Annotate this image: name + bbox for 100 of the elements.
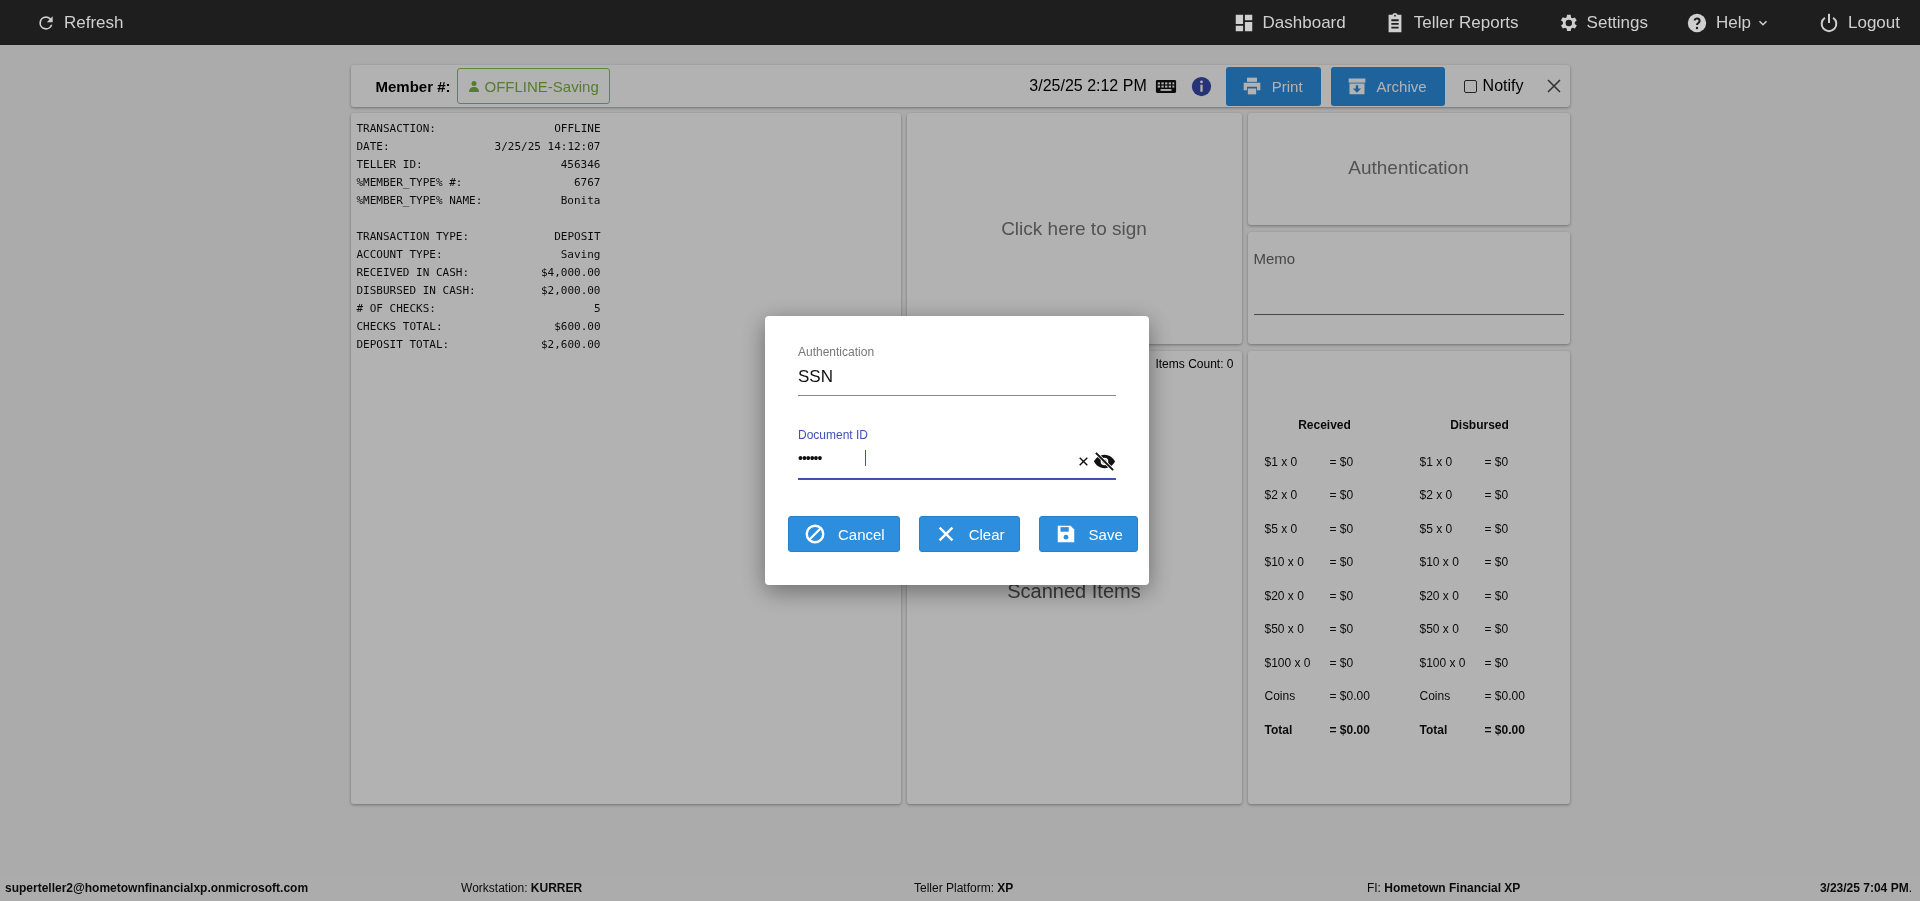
- status-item: Workstation: KURRER: [461, 881, 584, 895]
- receipt-label: DEPOSIT TOTAL:: [356, 337, 450, 353]
- notify-label: Notify: [1482, 77, 1524, 95]
- denomination: $2 x 0: [1419, 488, 1454, 503]
- receipt-value: $600.00: [554, 319, 601, 335]
- dialog-button[interactable]: Save: [1038, 516, 1138, 552]
- denomination: $1 x 0: [1264, 454, 1299, 469]
- column-heading: Received: [1297, 418, 1352, 434]
- receipt-value: $2,600.00: [540, 337, 601, 353]
- nav-link[interactable]: Help: [1684, 11, 1772, 34]
- denomination: $20 x 0: [1419, 588, 1460, 603]
- nav-link[interactable]: Teller Reports: [1381, 11, 1521, 34]
- denomination: $5 x 0: [1419, 521, 1454, 536]
- receipt-value: 6767: [574, 175, 601, 191]
- dialog-button[interactable]: Clear: [918, 516, 1020, 552]
- status-datetime: 3/23/25 7:04 PM.: [1819, 881, 1912, 895]
- denomination: Total: [1419, 722, 1449, 737]
- amount: = $0: [1329, 488, 1355, 503]
- info-icon[interactable]: [1190, 75, 1212, 97]
- field-label: Authentication: [798, 345, 876, 359]
- amount: = $0: [1329, 622, 1355, 637]
- nav-link[interactable]: Dashboard: [1230, 11, 1348, 34]
- column-heading: Disbursed: [1449, 418, 1510, 434]
- amount: = $0: [1329, 555, 1355, 570]
- receipt-value: 456346: [560, 157, 601, 173]
- amount: = $0: [1329, 588, 1355, 603]
- denomination: $100 x 0: [1419, 655, 1467, 670]
- user-email: superteller2@hometownfinancialxp.onmicrosoft.com: [5, 881, 309, 895]
- amount: = $0.00: [1484, 722, 1526, 737]
- archive-box-icon: [1346, 76, 1367, 96]
- amount: = $0: [1329, 655, 1355, 670]
- header-button[interactable]: Archive: [1330, 66, 1445, 106]
- eye-slash-icon[interactable]: [1093, 450, 1116, 473]
- nav-link[interactable]: Logout: [1816, 11, 1902, 34]
- denomination: $20 x 0: [1264, 588, 1305, 603]
- denomination: $50 x 0: [1419, 622, 1460, 637]
- denomination: $10 x 0: [1264, 555, 1305, 570]
- memo-field[interactable]: Memo: [1253, 250, 1564, 315]
- scanned-items-title: Scanned Items: [1007, 579, 1141, 603]
- close-icon[interactable]: [1545, 78, 1562, 94]
- receipt-label: ACCOUNT TYPE:: [356, 247, 443, 263]
- dialog-button[interactable]: Cancel: [788, 516, 900, 552]
- denomination: $50 x 0: [1264, 622, 1305, 637]
- header-button[interactable]: Print: [1225, 66, 1321, 106]
- denomination: Total: [1264, 722, 1294, 737]
- receipt-value: 3/25/25 14:12:07: [494, 139, 601, 155]
- notify-checkbox[interactable]: [1463, 79, 1477, 93]
- receipt-label: TRANSACTION:: [356, 121, 436, 137]
- denomination: $1 x 0: [1419, 454, 1454, 469]
- receipt-value: DEPOSIT: [554, 229, 601, 245]
- amount: = $0: [1329, 521, 1355, 536]
- receipt-value: $2,000.00: [540, 283, 601, 299]
- amount: = $0: [1484, 655, 1510, 670]
- keyboard-icon[interactable]: [1154, 78, 1177, 94]
- receipt-label: DISBURSED IN CASH:: [356, 283, 476, 299]
- member-button[interactable]: OFFLINE-Saving: [456, 68, 610, 104]
- nav-link[interactable]: Settings: [1554, 11, 1651, 34]
- field-label: Document ID: [798, 428, 870, 442]
- receipt-label: RECEIVED IN CASH:: [356, 265, 470, 281]
- denomination: $2 x 0: [1264, 488, 1299, 503]
- help-icon: [1686, 11, 1709, 34]
- receipt-value: $4,000.00: [540, 265, 601, 281]
- amount: = $0: [1484, 454, 1510, 469]
- receipt-label: TELLER ID:: [356, 157, 423, 173]
- receipt-value: 5: [593, 301, 601, 317]
- denomination: $100 x 0: [1264, 655, 1312, 670]
- document-id-input[interactable]: ••••••: [798, 450, 866, 466]
- amount: = $0.00: [1329, 689, 1371, 704]
- amount: = $0: [1484, 622, 1510, 637]
- amount: = $0: [1329, 454, 1355, 469]
- amount: = $0: [1484, 555, 1510, 570]
- receipt-label: DATE:: [356, 139, 390, 155]
- items-count: Items Count: 0: [1155, 357, 1234, 371]
- receipt-value: Saving: [560, 247, 601, 263]
- receipt-value: OFFLINE: [554, 121, 601, 137]
- ban-icon: [804, 523, 826, 545]
- receipt-label: TRANSACTION TYPE:: [356, 229, 470, 245]
- receipt-label: # OF CHECKS:: [356, 301, 436, 317]
- amount: = $0: [1484, 488, 1510, 503]
- authentication-select[interactable]: SSN: [798, 367, 1038, 387]
- signature-pad[interactable]: Click here to sign: [906, 113, 1242, 344]
- receipt-label: %MEMBER_TYPE% #:: [356, 175, 463, 191]
- authentication-card[interactable]: Authentication: [1247, 113, 1570, 225]
- receipt-label: CHECKS TOTAL:: [356, 319, 443, 335]
- denomination: Coins: [1419, 689, 1452, 704]
- refresh-link[interactable]: Refresh: [34, 12, 126, 33]
- amount: = $0: [1484, 588, 1510, 603]
- status-item: Teller Platform: XP: [914, 881, 1015, 895]
- date-time: 3/25/25 2:12 PM: [1029, 77, 1147, 95]
- receipt-label: %MEMBER_TYPE% NAME:: [356, 193, 483, 209]
- amount: = $0.00: [1329, 722, 1371, 737]
- amount: = $0: [1484, 521, 1510, 536]
- member-label: Member #:: [375, 77, 451, 95]
- denomination: $10 x 0: [1419, 555, 1460, 570]
- receipt-value: Bonita: [560, 193, 601, 209]
- printer-icon: [1241, 76, 1262, 96]
- power-icon: [1818, 11, 1840, 34]
- amount: = $0.00: [1484, 689, 1526, 704]
- status-item: FI: Hometown Financial XP: [1366, 881, 1522, 895]
- clear-icon[interactable]: [1077, 455, 1090, 468]
